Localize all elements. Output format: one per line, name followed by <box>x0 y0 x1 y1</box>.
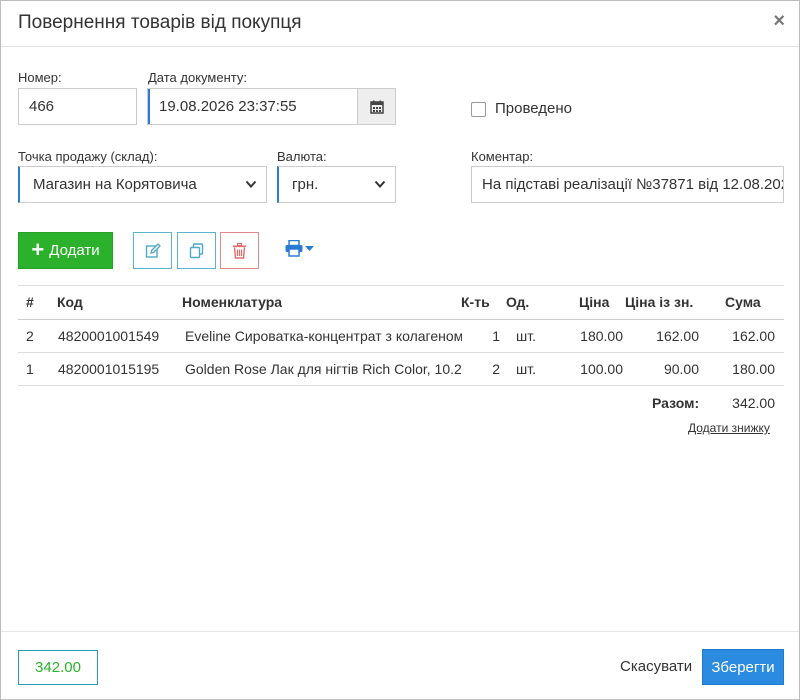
row-unit: шт. <box>516 361 536 377</box>
date-label: Дата документу: <box>148 70 247 85</box>
posted-checkbox[interactable] <box>471 102 486 117</box>
plus-icon: + <box>31 236 45 262</box>
return-dialog: Повернення товарів від покупця × Номер: … <box>0 0 800 700</box>
row-price: 100.00 <box>580 361 623 377</box>
dialog-header: Повернення товарів від покупця × <box>1 1 799 47</box>
store-label: Точка продажу (склад): <box>18 149 158 164</box>
store-select[interactable]: Магазин на Корятовича <box>18 166 267 203</box>
date-field[interactable]: 19.08.2026 23:37:55 <box>147 88 396 125</box>
row-sum: 162.00 <box>732 328 775 344</box>
chevron-down-icon <box>374 180 386 188</box>
posted-label: Проведено <box>495 100 572 117</box>
col-name: Номенклатура <box>182 294 283 310</box>
col-price-disc: Ціна із зн. <box>625 294 694 310</box>
footer-total: 342.00 <box>18 650 98 685</box>
table-row[interactable]: 1 4820001015195 Golden Rose Лак для нігт… <box>18 353 784 386</box>
total-value: 342.00 <box>732 395 775 411</box>
row-qty: 1 <box>492 328 500 344</box>
row-num: 1 <box>26 361 34 377</box>
col-sum: Сума <box>725 294 761 310</box>
copy-button[interactable] <box>177 232 216 269</box>
chevron-down-icon <box>245 180 257 188</box>
edit-icon <box>145 242 161 258</box>
caret-down-icon <box>305 245 314 251</box>
row-name: Golden Rose Лак для нігтів Rich Color, 1… <box>185 361 462 377</box>
add-button-label: Додати <box>49 242 100 259</box>
dialog-title: Повернення товарів від покупця <box>18 12 302 33</box>
col-num: # <box>26 294 34 310</box>
edit-button[interactable] <box>133 232 172 269</box>
date-value[interactable]: 19.08.2026 23:37:55 <box>148 89 358 124</box>
currency-select[interactable]: грн. <box>277 166 396 203</box>
table-row[interactable]: 2 4820001001549 Eveline Сироватка-концен… <box>18 320 784 353</box>
currency-select-value: грн. <box>292 176 319 193</box>
comment-label: Коментар: <box>471 149 534 164</box>
total-label: Разом: <box>652 395 700 411</box>
store-select-value: Магазин на Корятовича <box>33 176 197 193</box>
row-qty: 2 <box>492 361 500 377</box>
save-button[interactable]: Зберегти <box>702 649 784 685</box>
row-code: 4820001015195 <box>58 361 160 377</box>
col-qty: К-ть <box>461 294 490 310</box>
row-code: 4820001001549 <box>58 328 160 344</box>
table-header: # Код Номенклатура К-ть Од. Ціна Ціна із… <box>18 285 784 320</box>
add-discount-link[interactable]: Додати знижку <box>688 421 770 435</box>
currency-label: Валюта: <box>277 149 327 164</box>
calendar-icon[interactable] <box>357 89 395 124</box>
print-dropdown[interactable] <box>285 240 314 257</box>
comment-field[interactable]: На підставі реалізації №37871 від 12.08.… <box>471 166 784 203</box>
delete-button[interactable] <box>220 232 259 269</box>
trash-icon <box>233 242 246 259</box>
add-button[interactable]: + Додати <box>18 232 113 269</box>
row-num: 2 <box>26 328 34 344</box>
row-sum: 180.00 <box>732 361 775 377</box>
number-field[interactable]: 466 <box>18 88 137 125</box>
row-price-disc: 162.00 <box>656 328 699 344</box>
row-price: 180.00 <box>580 328 623 344</box>
row-unit: шт. <box>516 328 536 344</box>
col-price: Ціна <box>579 294 610 310</box>
cancel-button[interactable]: Скасувати <box>620 658 692 675</box>
print-icon <box>285 240 303 257</box>
col-code: Код <box>57 294 83 310</box>
dialog-footer: 342.00 Скасувати Зберегти <box>1 631 799 699</box>
number-label: Номер: <box>18 70 62 85</box>
col-unit: Од. <box>506 294 530 310</box>
close-icon[interactable]: × <box>773 11 785 31</box>
row-name: Eveline Сироватка-концентрат з колагеном <box>185 328 462 344</box>
row-price-disc: 90.00 <box>663 361 699 377</box>
copy-icon <box>189 242 203 258</box>
